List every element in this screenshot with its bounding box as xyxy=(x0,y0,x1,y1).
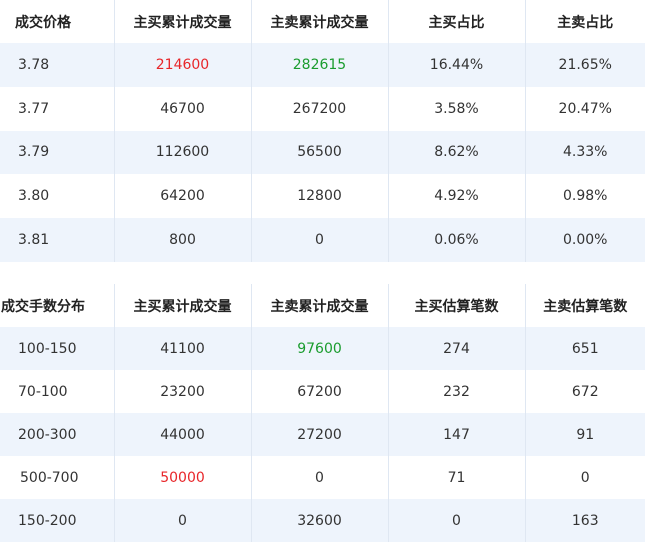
cell-buy-ratio: 3.58% xyxy=(388,86,526,131)
cell-lot-range: 100-150 xyxy=(0,327,115,370)
cell-sell-count: 672 xyxy=(525,370,645,413)
cell-sell-count: 163 xyxy=(525,499,645,542)
table-row: 3.78 214600 282615 16.44% 21.65% xyxy=(0,43,645,87)
header-buy-count: 主买估算笔数 xyxy=(388,284,526,327)
cell-buy-ratio: 8.62% xyxy=(388,130,526,175)
cell-lot-range: 500-700 xyxy=(0,456,115,499)
header-sell-ratio: 主卖占比 xyxy=(525,0,645,43)
cell-sell-ratio: 20.47% xyxy=(525,86,645,131)
cell-sell-volume: 56500 xyxy=(251,130,389,175)
lot-size-distribution-table: 成交手数分布 主买累计成交量 主卖累计成交量 主买估算笔数 主卖估算笔数 100… xyxy=(0,284,645,542)
cell-sell-volume: 32600 xyxy=(251,499,389,542)
cell-sell-ratio: 0.98% xyxy=(525,174,645,219)
cell-sell-volume: 282615 xyxy=(251,43,389,87)
table-row: 3.81 800 0 0.06% 0.00% xyxy=(0,218,645,262)
table-row: 500-700 50000 0 71 0 xyxy=(0,456,645,499)
cell-sell-count: 0 xyxy=(525,456,645,499)
cell-price: 3.81 xyxy=(0,218,115,262)
cell-sell-volume: 0 xyxy=(251,456,389,499)
cell-sell-volume: 67200 xyxy=(251,370,389,413)
cell-buy-ratio: 16.44% xyxy=(388,43,526,87)
cell-buy-volume: 44000 xyxy=(114,413,252,456)
cell-buy-volume: 46700 xyxy=(114,86,252,131)
header-sell-volume: 主卖累计成交量 xyxy=(251,284,389,327)
cell-lot-range: 70-100 xyxy=(0,370,115,413)
cell-buy-count: 0 xyxy=(388,499,526,542)
header-trade-price: 成交价格 xyxy=(0,0,115,43)
table-spacer xyxy=(0,262,645,284)
cell-sell-count: 91 xyxy=(525,413,645,456)
cell-sell-ratio: 0.00% xyxy=(525,218,645,262)
cell-buy-volume: 0 xyxy=(114,499,252,542)
price-distribution-table: 成交价格 主买累计成交量 主卖累计成交量 主买占比 主卖占比 3.78 2146… xyxy=(0,0,645,262)
table-row: 70-100 23200 67200 232 672 xyxy=(0,370,645,413)
cell-buy-volume: 50000 xyxy=(114,456,252,499)
cell-buy-volume: 214600 xyxy=(114,43,252,87)
header-buy-volume: 主买累计成交量 xyxy=(114,0,252,43)
cell-buy-count: 232 xyxy=(388,370,526,413)
cell-buy-volume: 64200 xyxy=(114,174,252,219)
cell-sell-volume: 267200 xyxy=(251,86,389,131)
table-row: 100-150 41100 97600 274 651 xyxy=(0,327,645,370)
cell-price: 3.80 xyxy=(0,174,115,219)
header-buy-ratio: 主买占比 xyxy=(388,0,526,43)
header-lot-range: 成交手数分布 xyxy=(0,284,115,327)
cell-lot-range: 200-300 xyxy=(0,413,115,456)
cell-sell-volume: 0 xyxy=(251,218,389,262)
header-buy-volume: 主买累计成交量 xyxy=(114,284,252,327)
cell-buy-ratio: 4.92% xyxy=(388,174,526,219)
cell-sell-volume: 27200 xyxy=(251,413,389,456)
cell-price: 3.77 xyxy=(0,86,115,131)
table-header-row: 成交价格 主买累计成交量 主卖累计成交量 主买占比 主卖占比 xyxy=(0,0,645,43)
cell-buy-count: 147 xyxy=(388,413,526,456)
table-row: 150-200 0 32600 0 163 xyxy=(0,499,645,542)
cell-buy-count: 71 xyxy=(388,456,526,499)
header-sell-count: 主卖估算笔数 xyxy=(525,284,645,327)
cell-sell-volume: 97600 xyxy=(251,327,389,370)
cell-buy-volume: 800 xyxy=(114,218,252,262)
cell-lot-range: 150-200 xyxy=(0,499,115,542)
table-row: 200-300 44000 27200 147 91 xyxy=(0,413,645,456)
cell-buy-volume: 23200 xyxy=(114,370,252,413)
table-header-row: 成交手数分布 主买累计成交量 主卖累计成交量 主买估算笔数 主卖估算笔数 xyxy=(0,284,645,327)
header-sell-volume: 主卖累计成交量 xyxy=(251,0,389,43)
cell-sell-ratio: 4.33% xyxy=(525,130,645,175)
cell-buy-volume: 41100 xyxy=(114,327,252,370)
cell-buy-count: 274 xyxy=(388,327,526,370)
cell-price: 3.79 xyxy=(0,130,115,175)
cell-price: 3.78 xyxy=(0,43,115,87)
cell-sell-count: 651 xyxy=(525,327,645,370)
table-row: 3.80 64200 12800 4.92% 0.98% xyxy=(0,174,645,219)
cell-sell-volume: 12800 xyxy=(251,174,389,219)
cell-buy-volume: 112600 xyxy=(114,130,252,175)
cell-sell-ratio: 21.65% xyxy=(525,43,645,87)
table-row: 3.79 112600 56500 8.62% 4.33% xyxy=(0,130,645,175)
table-row: 3.77 46700 267200 3.58% 20.47% xyxy=(0,86,645,131)
cell-buy-ratio: 0.06% xyxy=(388,218,526,262)
